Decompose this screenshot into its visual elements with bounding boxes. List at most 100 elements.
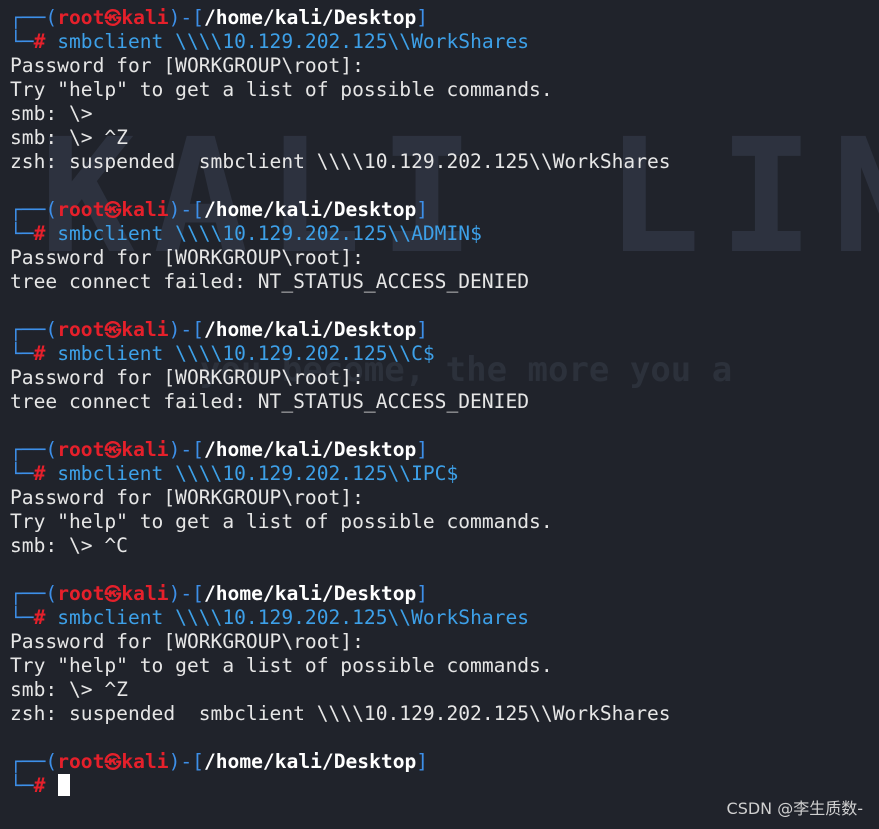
output-line: zsh: suspended smbclient \\\\10.129.202.…	[10, 702, 671, 725]
prompt-host: kali	[121, 318, 169, 341]
prompt-bracket-close: ]	[416, 750, 429, 773]
prompt-user: root	[57, 582, 105, 605]
prompt-header: ┌──(root㉿kali)-[/home/kali/Desktop]	[10, 750, 870, 774]
csdn-watermark: CSDN @李生质数-	[726, 799, 863, 818]
prompt-cwd: /home/kali/Desktop	[203, 750, 417, 773]
output-line: tree connect failed: NT_STATUS_ACCESS_DE…	[10, 270, 530, 293]
prompt-bracket: )-[	[168, 582, 204, 605]
command-text: smbclient \\\\10.129.202.125\\C$	[57, 342, 435, 365]
skull-icon: ㉿	[104, 9, 122, 29]
prompt-header: ┌──(root㉿kali)-[/home/kali/Desktop]	[10, 582, 870, 606]
command-text: smbclient \\\\10.129.202.125\\WorkShares	[57, 30, 530, 53]
prompt-command-line: └─# smbclient \\\\10.129.202.125\\C$	[10, 342, 870, 366]
output-line: smb: \> ^Z	[10, 126, 128, 149]
prompt-host: kali	[121, 6, 169, 29]
output-line: smb: \> ^C	[10, 534, 128, 557]
prompt-corner-bottom: └─	[10, 774, 34, 797]
prompt-header: ┌──(root㉿kali)-[/home/kali/Desktop]	[10, 198, 870, 222]
prompt-user: root	[57, 198, 105, 221]
prompt-user: root	[57, 750, 105, 773]
prompt-host: kali	[121, 582, 169, 605]
prompt-cwd: /home/kali/Desktop	[203, 6, 417, 29]
prompt-symbol: #	[33, 222, 46, 245]
prompt-user: root	[57, 6, 105, 29]
output-line: smb: \> ^Z	[10, 678, 128, 701]
skull-icon: ㉿	[104, 585, 122, 605]
output-line: Password for [WORKGROUP\root]:	[10, 54, 364, 77]
prompt-host: kali	[121, 750, 169, 773]
output-line: smb: \>	[10, 102, 93, 125]
prompt-symbol: #	[33, 30, 46, 53]
prompt-command-line: └─# smbclient \\\\10.129.202.125\\IPC$	[10, 462, 870, 486]
output-line: zsh: suspended smbclient \\\\10.129.202.…	[10, 150, 671, 173]
prompt-symbol: #	[33, 342, 46, 365]
prompt-bracket: )-[	[168, 198, 204, 221]
skull-icon: ㉿	[104, 321, 122, 341]
prompt-cwd: /home/kali/Desktop	[203, 198, 417, 221]
prompt-bracket-close: ]	[416, 318, 429, 341]
output-line: Password for [WORKGROUP\root]:	[10, 366, 364, 389]
prompt-command-line: └─# smbclient \\\\10.129.202.125\\WorkSh…	[10, 30, 870, 54]
output-line: Password for [WORKGROUP\root]:	[10, 486, 364, 509]
prompt-corner-top: ┌──(	[10, 6, 58, 29]
prompt-symbol: #	[33, 774, 46, 797]
prompt-header: ┌──(root㉿kali)-[/home/kali/Desktop]	[10, 438, 870, 462]
command-text: smbclient \\\\10.129.202.125\\IPC$	[57, 462, 459, 485]
prompt-bracket-close: ]	[416, 198, 429, 221]
output-line: Password for [WORKGROUP\root]:	[10, 246, 364, 269]
prompt-bracket-close: ]	[416, 582, 429, 605]
prompt-corner-top: ┌──(	[10, 198, 58, 221]
command-text: smbclient \\\\10.129.202.125\\WorkShares	[57, 606, 530, 629]
prompt-corner-top: ┌──(	[10, 582, 58, 605]
skull-icon: ㉿	[104, 201, 122, 221]
prompt-corner-bottom: └─	[10, 222, 34, 245]
prompt-bracket: )-[	[168, 6, 204, 29]
prompt-corner-top: ┌──(	[10, 438, 58, 461]
prompt-bracket-close: ]	[416, 6, 429, 29]
prompt-corner-bottom: └─	[10, 30, 34, 53]
prompt-header: ┌──(root㉿kali)-[/home/kali/Desktop]	[10, 6, 870, 30]
prompt-symbol: #	[33, 606, 46, 629]
prompt-command-line: └─# smbclient \\\\10.129.202.125\\ADMIN$	[10, 222, 870, 246]
prompt-corner-bottom: └─	[10, 606, 34, 629]
prompt-corner-bottom: └─	[10, 342, 34, 365]
prompt-command-line: └─# smbclient \\\\10.129.202.125\\WorkSh…	[10, 606, 870, 630]
skull-icon: ㉿	[104, 753, 122, 773]
prompt-bracket: )-[	[168, 438, 204, 461]
prompt-host: kali	[121, 438, 169, 461]
command-text: smbclient \\\\10.129.202.125\\ADMIN$	[57, 222, 482, 245]
prompt-corner-bottom: └─	[10, 462, 34, 485]
prompt-cwd: /home/kali/Desktop	[203, 438, 417, 461]
prompt-host: kali	[121, 198, 169, 221]
prompt-bracket: )-[	[168, 318, 204, 341]
prompt-user: root	[57, 438, 105, 461]
prompt-symbol: #	[33, 462, 46, 485]
terminal-cursor[interactable]	[58, 774, 71, 796]
prompt-bracket: )-[	[168, 750, 204, 773]
output-line: Try "help" to get a list of possible com…	[10, 510, 553, 533]
terminal-output[interactable]: ┌──(root㉿kali)-[/home/kali/Desktop] └─# s…	[10, 6, 870, 798]
skull-icon: ㉿	[104, 441, 122, 461]
prompt-user: root	[57, 318, 105, 341]
prompt-bracket-close: ]	[416, 438, 429, 461]
prompt-cwd: /home/kali/Desktop	[203, 582, 417, 605]
prompt-header: ┌──(root㉿kali)-[/home/kali/Desktop]	[10, 318, 870, 342]
output-line: tree connect failed: NT_STATUS_ACCESS_DE…	[10, 390, 530, 413]
output-line: Try "help" to get a list of possible com…	[10, 654, 553, 677]
output-line: Password for [WORKGROUP\root]:	[10, 630, 364, 653]
prompt-corner-top: ┌──(	[10, 318, 58, 341]
prompt-corner-top: ┌──(	[10, 750, 58, 773]
output-line: Try "help" to get a list of possible com…	[10, 78, 553, 101]
prompt-cwd: /home/kali/Desktop	[203, 318, 417, 341]
